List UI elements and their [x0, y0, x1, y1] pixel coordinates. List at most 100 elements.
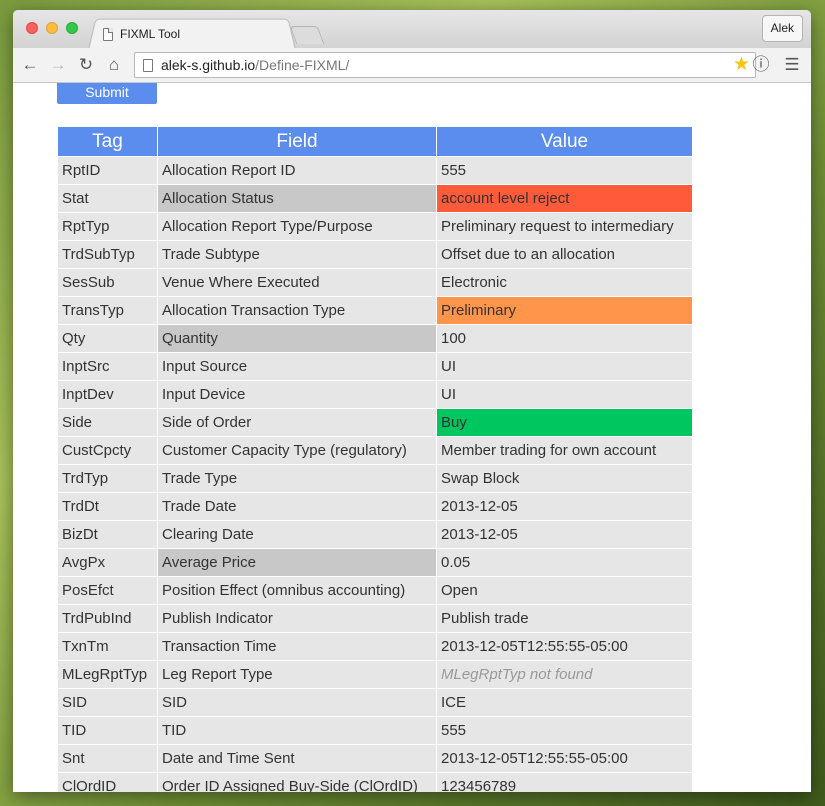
- tag-cell: Snt: [57, 744, 158, 773]
- tag-cell: MLegRptTyp: [57, 660, 158, 689]
- title-bar: FIXML Tool Alek: [13, 10, 811, 49]
- table-row: BizDt Clearing Date 2013-12-05: [57, 520, 693, 549]
- reload-icon[interactable]: ↻: [75, 54, 97, 76]
- tag-cell: Qty: [57, 324, 158, 353]
- table-row: Qty Quantity 100: [57, 324, 693, 353]
- value-cell: 2013-12-05: [436, 492, 693, 521]
- field-cell: Input Device: [157, 380, 437, 409]
- tag-cell: InptSrc: [57, 352, 158, 381]
- value-cell: Offset due to an allocation: [436, 240, 693, 269]
- table-row: ClOrdID Order ID Assigned Buy-Side (ClOrd…: [57, 772, 693, 792]
- value-cell: 123456789: [436, 772, 693, 792]
- field-cell: Customer Capacity Type (regulatory): [157, 436, 437, 465]
- table-row: TrdPubInd Publish Indicator Publish trade: [57, 604, 693, 633]
- value-cell: Electronic: [436, 268, 693, 297]
- field-cell: Leg Report Type: [157, 660, 437, 689]
- field-cell: Trade Subtype: [157, 240, 437, 269]
- forward-arrow-icon[interactable]: →: [47, 54, 69, 76]
- tag-cell: InptDev: [57, 380, 158, 409]
- submit-button[interactable]: Submit: [57, 83, 157, 104]
- field-cell: Order ID Assigned Buy-Side (ClOrdID): [157, 772, 437, 792]
- tag-cell: AvgPx: [57, 548, 158, 577]
- value-cell: 0.05: [436, 548, 693, 577]
- field-cell: Trade Date: [157, 492, 437, 521]
- field-cell: Venue Where Executed: [157, 268, 437, 297]
- table-row: TrdSubTyp Trade Subtype Offset due to an a…: [57, 240, 693, 269]
- fixml-table: Tag Field Value RptID Allocation Report I…: [57, 126, 693, 792]
- tag-cell: TransTyp: [57, 296, 158, 325]
- value-cell: 555: [436, 716, 693, 745]
- value-cell: 2013-12-05: [436, 520, 693, 549]
- table-row: CustCpcty Customer Capacity Type (regulat…: [57, 436, 693, 465]
- field-cell: Transaction Time: [157, 632, 437, 661]
- menu-icon[interactable]: ☰: [781, 54, 803, 76]
- value-cell: Preliminary request to intermediary: [436, 212, 693, 241]
- table-row: Stat Allocation Status account level rejec…: [57, 184, 693, 213]
- table-row: TID TID 555: [57, 716, 693, 745]
- value-cell: 2013-12-05T12:55:55-05:00: [436, 744, 693, 773]
- field-cell: Allocation Status: [157, 184, 437, 213]
- url-path: /Define-FIXML/: [255, 57, 350, 73]
- minimize-window-button[interactable]: [46, 22, 58, 34]
- table-row: Snt Date and Time Sent 2013-12-05T12:55:55…: [57, 744, 693, 773]
- table-row: RptID Allocation Report ID 555: [57, 156, 693, 185]
- value-cell: 555: [436, 156, 693, 185]
- home-icon[interactable]: ⌂: [103, 54, 125, 76]
- table-row: PosEfct Position Effect (omnibus accounti…: [57, 576, 693, 605]
- field-cell: TID: [157, 716, 437, 745]
- url-text: alek-s.github.io/Define-FIXML/: [161, 57, 349, 73]
- table-row: InptDev Input Device UI: [57, 380, 693, 409]
- zoom-window-button[interactable]: [66, 22, 78, 34]
- header-row: Tag Field Value: [57, 126, 693, 157]
- browser-window: FIXML Tool Alek ← → ↻ ⌂ alek-s.github.io…: [13, 10, 811, 792]
- value-cell: Preliminary: [436, 296, 693, 325]
- value-cell: UI: [436, 380, 693, 409]
- value-column-header: Value: [436, 126, 693, 157]
- field-cell: Allocation Report Type/Purpose: [157, 212, 437, 241]
- tab-content: FIXML Tool: [103, 24, 180, 44]
- table-row: Side Side of Order Buy: [57, 408, 693, 437]
- tag-cell: TrdSubTyp: [57, 240, 158, 269]
- value-cell: Buy: [436, 408, 693, 437]
- tag-cell: BizDt: [57, 520, 158, 549]
- tab-title: FIXML Tool: [120, 27, 181, 41]
- value-cell: Open: [436, 576, 693, 605]
- table-row: SID SID ICE: [57, 688, 693, 717]
- field-cell: Allocation Transaction Type: [157, 296, 437, 325]
- table-row: TxnTm Transaction Time 2013-12-05T12:55:55…: [57, 632, 693, 661]
- tag-cell: SID: [57, 688, 158, 717]
- value-cell: Swap Block: [436, 464, 693, 493]
- tag-cell: SesSub: [57, 268, 158, 297]
- value-cell: UI: [436, 352, 693, 381]
- field-cell: Trade Type: [157, 464, 437, 493]
- tag-cell: Stat: [57, 184, 158, 213]
- close-window-button[interactable]: [26, 22, 38, 34]
- info-icon[interactable]: ⓘ: [750, 54, 772, 76]
- tag-cell: TID: [57, 716, 158, 745]
- field-cell: Allocation Report ID: [157, 156, 437, 185]
- url-host: alek-s.github.io: [161, 57, 256, 73]
- new-tab-button[interactable]: [289, 26, 325, 44]
- tag-column-header: Tag: [57, 126, 158, 157]
- browser-toolbar: ← → ↻ ⌂ alek-s.github.io/Define-FIXML/ ★…: [13, 48, 811, 83]
- table-body: RptID Allocation Report ID 555 Stat Allocati…: [57, 156, 693, 792]
- profile-button[interactable]: Alek: [761, 15, 803, 42]
- tag-cell: RptTyp: [57, 212, 158, 241]
- field-cell: Side of Order: [157, 408, 437, 437]
- table-row: InptSrc Input Source UI: [57, 352, 693, 381]
- tag-cell: PosEfct: [57, 576, 158, 605]
- tag-cell: TrdPubInd: [57, 604, 158, 633]
- back-arrow-icon[interactable]: ←: [19, 54, 41, 76]
- address-bar[interactable]: alek-s.github.io/Define-FIXML/ ★: [134, 52, 756, 78]
- tag-cell: ClOrdID: [57, 772, 158, 792]
- table-row: TrdDt Trade Date 2013-12-05: [57, 492, 693, 521]
- value-cell: ICE: [436, 688, 693, 717]
- page-icon: [143, 59, 153, 72]
- value-cell: Member trading for own account: [436, 436, 693, 465]
- value-cell: MLegRptTyp not found: [436, 660, 693, 689]
- tag-cell: CustCpcty: [57, 436, 158, 465]
- bookmark-star-icon[interactable]: ★: [733, 54, 750, 76]
- document-icon: [103, 27, 113, 41]
- table-row: RptTyp Allocation Report Type/Purpose Prel…: [57, 212, 693, 241]
- table-row: MLegRptTyp Leg Report Type MLegRptTyp not …: [57, 660, 693, 689]
